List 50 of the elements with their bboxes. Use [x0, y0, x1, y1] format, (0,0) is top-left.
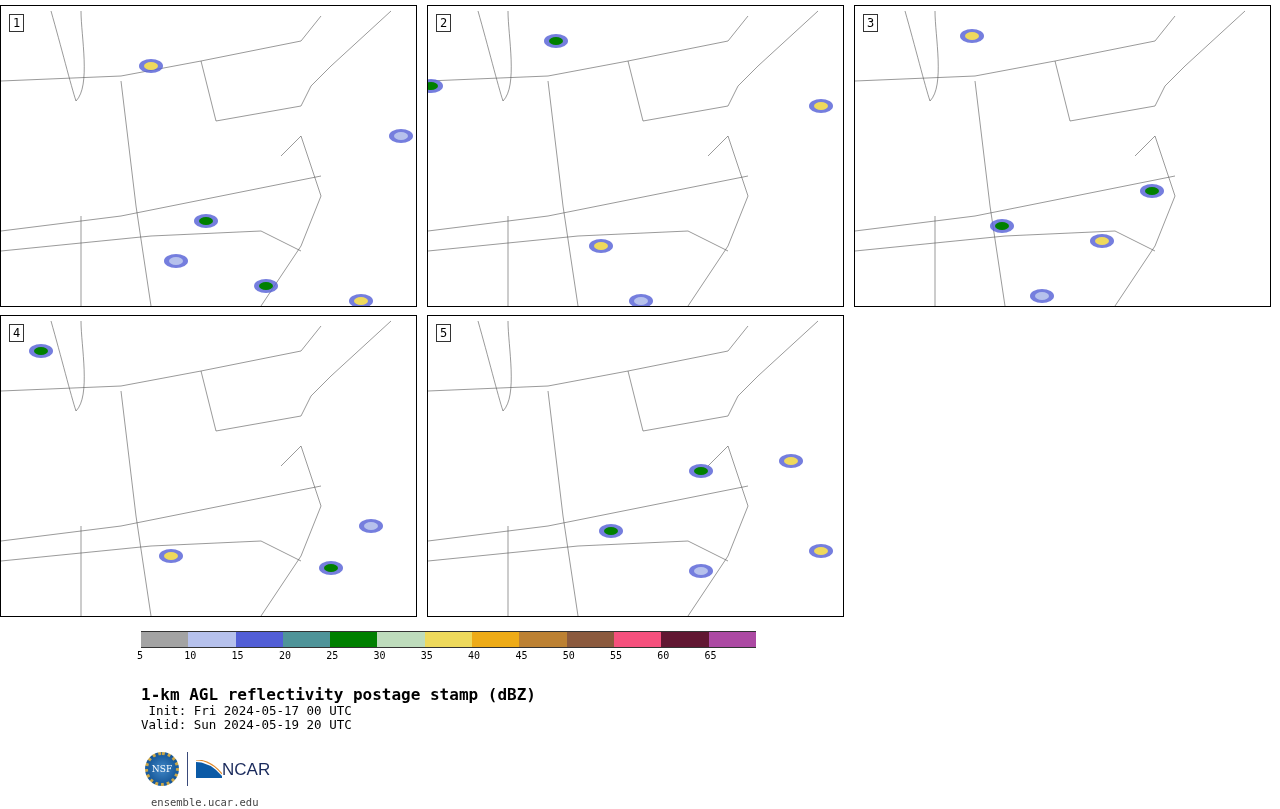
radar-echo [194, 214, 218, 228]
panel-number: 4 [9, 324, 25, 342]
panel-number: 1 [9, 14, 25, 32]
radar-echo [359, 519, 383, 533]
colorbar-tick-label: 65 [704, 650, 717, 662]
colorbar-tick-label: 20 [278, 650, 291, 662]
radar-echo [544, 34, 568, 48]
swoosh-icon [196, 760, 222, 778]
colorbar-tick-label: 10 [184, 650, 197, 662]
radar-echo [689, 464, 713, 478]
colorbar-tick-label: 25 [326, 650, 339, 662]
radar-echo [589, 239, 613, 253]
radar-echo [164, 254, 188, 268]
ncar-logo-text: NCAR [222, 761, 271, 778]
radar-echo [689, 564, 713, 578]
radar-echo [159, 549, 183, 563]
colorbar-tick-label: 55 [609, 650, 622, 662]
colorbar-tick-label: 15 [231, 650, 244, 662]
radar-echo [29, 344, 53, 358]
radar-echo [349, 294, 373, 306]
panel-number: 3 [863, 14, 879, 32]
radar-echo [1090, 234, 1114, 248]
radar-echo [599, 524, 623, 538]
radar-echo [254, 279, 278, 293]
figure-title: 1-km AGL reflectivity postage stamp (dBZ) [141, 686, 536, 704]
radar-echo [990, 219, 1014, 233]
colorbar-tick-label: 30 [373, 650, 386, 662]
radar-echo [1140, 184, 1164, 198]
panel-number: 2 [436, 14, 452, 32]
colorbar-tick-label: 45 [515, 650, 528, 662]
colorbar-tick-label: 5 [137, 650, 144, 662]
valid-time: Valid: Sun 2024-05-19 20 UTC [141, 718, 352, 732]
radar-echo [779, 454, 803, 468]
radar-echo [960, 29, 984, 43]
radar-echo [319, 561, 343, 575]
website-url: ensemble.ucar.edu [151, 796, 260, 808]
init-time: Init: Fri 2024-05-17 00 UTC [147, 704, 352, 718]
panel-number: 5 [436, 324, 452, 342]
nsf-logo: NSF [145, 752, 179, 786]
radar-echo [809, 99, 833, 113]
radar-echo [809, 544, 833, 558]
radar-echo [428, 79, 443, 93]
radar-echo [1030, 289, 1054, 303]
radar-echo [629, 294, 653, 306]
colorbar-tick-label: 35 [420, 650, 433, 662]
radar-echo [389, 129, 413, 143]
radar-echo [139, 59, 163, 73]
colorbar-tick-label: 40 [468, 650, 481, 662]
colorbar-tick-label: 60 [657, 650, 670, 662]
colorbar-tick-label: 50 [562, 650, 575, 662]
